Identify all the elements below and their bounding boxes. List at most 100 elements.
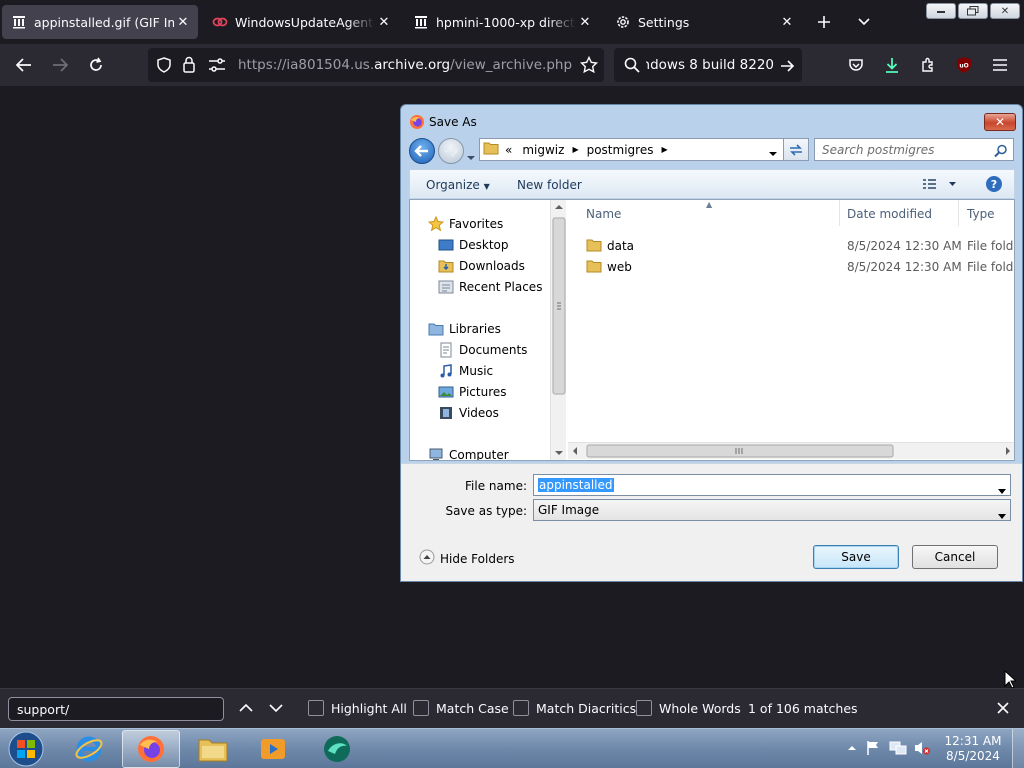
pocket-icon[interactable] bbox=[844, 53, 868, 77]
clock-time: 12:31 AM bbox=[944, 734, 1002, 748]
column-header-date[interactable]: Date modified bbox=[847, 207, 932, 221]
folder-search-input[interactable]: Search postmigres bbox=[814, 138, 1014, 161]
close-icon[interactable]: ✕ bbox=[375, 13, 393, 31]
url-path: /view_archive.php?archi bbox=[450, 57, 572, 73]
downloads-icon[interactable] bbox=[880, 53, 904, 77]
action-center-flag-icon[interactable] bbox=[864, 739, 882, 757]
find-previous-button[interactable] bbox=[238, 700, 254, 719]
search-bar[interactable]: Windows 8 build 8220 bbox=[614, 48, 802, 82]
save-button[interactable]: Save bbox=[813, 545, 899, 569]
network-icon[interactable] bbox=[889, 739, 907, 757]
back-button[interactable] bbox=[409, 138, 435, 164]
help-icon[interactable]: ? bbox=[985, 175, 1003, 196]
nav-downloads[interactable]: Downloads bbox=[438, 256, 525, 276]
breadcrumb-arrow-icon[interactable]: ▶ bbox=[661, 145, 667, 154]
close-icon[interactable]: ✕ bbox=[576, 13, 594, 31]
nav-pane-scrollbar[interactable] bbox=[550, 200, 566, 460]
restore-button[interactable] bbox=[958, 3, 988, 19]
start-button[interactable] bbox=[6, 730, 46, 768]
find-input[interactable]: support/ bbox=[8, 697, 224, 721]
nav-favorites[interactable]: Favorites bbox=[427, 214, 503, 234]
forward-button[interactable] bbox=[48, 53, 72, 77]
music-icon bbox=[438, 363, 454, 379]
column-header-name[interactable]: Name bbox=[586, 207, 621, 221]
file-explorer-taskbar-icon[interactable] bbox=[184, 730, 242, 768]
list-all-tabs-button[interactable] bbox=[852, 10, 876, 34]
nav-recent-places-label: Recent Places bbox=[459, 280, 543, 294]
tab-appinstalled[interactable]: appinstalled.gif (GIF Image ✕ bbox=[2, 5, 198, 39]
close-icon[interactable] bbox=[995, 700, 1011, 719]
show-hidden-icons-icon[interactable] bbox=[843, 739, 861, 757]
breadcrumb-arrow-icon[interactable]: ▶ bbox=[572, 145, 578, 154]
breadcrumb-part-postmigres[interactable]: postmigres bbox=[587, 143, 654, 157]
column-divider[interactable] bbox=[958, 200, 959, 226]
internet-explorer-taskbar-icon[interactable] bbox=[60, 730, 118, 768]
new-folder-button[interactable]: New folder bbox=[517, 178, 582, 192]
organize-button[interactable]: Organize ▼ bbox=[426, 178, 490, 192]
file-list-scrollbar[interactable] bbox=[568, 442, 1014, 459]
media-player-taskbar-icon[interactable] bbox=[244, 730, 302, 768]
new-tab-button[interactable] bbox=[812, 10, 836, 34]
volume-muted-icon[interactable] bbox=[913, 739, 931, 757]
whole-words-checkbox[interactable]: Whole Words bbox=[636, 700, 741, 716]
find-next-button[interactable] bbox=[268, 700, 284, 719]
dialog-titlebar[interactable]: Save As ✕ bbox=[401, 105, 1022, 137]
tab-hpmini[interactable]: hpmini-1000-xp directory l ✕ bbox=[404, 5, 600, 39]
nav-computer[interactable]: Computer bbox=[428, 445, 509, 460]
lock-icon[interactable] bbox=[182, 56, 196, 77]
forward-button[interactable] bbox=[438, 138, 464, 164]
app-taskbar-icon[interactable] bbox=[308, 730, 366, 768]
refresh-button[interactable] bbox=[783, 138, 809, 161]
firefox-taskbar-icon[interactable] bbox=[122, 730, 180, 768]
minimize-button[interactable] bbox=[926, 3, 956, 19]
match-case-checkbox[interactable]: Match Case bbox=[413, 700, 509, 716]
show-desktop-button[interactable] bbox=[1012, 729, 1024, 768]
close-icon[interactable]: ✕ bbox=[778, 13, 796, 31]
hide-folders-button[interactable]: Hide Folders bbox=[419, 549, 515, 568]
column-divider[interactable] bbox=[839, 200, 840, 226]
breadcrumb-part-migwiz[interactable]: migwiz bbox=[522, 143, 564, 157]
cancel-button[interactable]: Cancel bbox=[912, 545, 998, 569]
column-header-type[interactable]: Type bbox=[967, 207, 995, 221]
ublock-origin-icon[interactable]: uO bbox=[952, 53, 976, 77]
tab-settings[interactable]: Settings ✕ bbox=[606, 5, 802, 39]
chevron-down-icon[interactable] bbox=[998, 483, 1006, 497]
back-button[interactable] bbox=[12, 53, 36, 77]
match-diacritics-checkbox[interactable]: Match Diacritics bbox=[513, 700, 636, 716]
system-clock[interactable]: 12:31 AM 8/5/2024 bbox=[940, 734, 1006, 764]
highlight-all-checkbox[interactable]: Highlight All bbox=[308, 700, 407, 716]
file-row[interactable]: data 8/5/2024 12:30 AM File folder bbox=[568, 236, 1014, 256]
breadcrumb[interactable]: « migwiz ▶ postmigres ▶ bbox=[479, 138, 809, 161]
recent-pages-chevron-icon[interactable] bbox=[466, 146, 476, 165]
reload-button[interactable] bbox=[84, 53, 108, 77]
go-arrow-icon[interactable] bbox=[780, 58, 795, 77]
url-bar[interactable]: https://ia801504.us.archive.org/view_arc… bbox=[148, 48, 604, 82]
breadcrumb-root[interactable]: « bbox=[505, 143, 512, 157]
address-dropdown-icon[interactable] bbox=[768, 146, 778, 160]
extensions-icon[interactable] bbox=[916, 53, 940, 77]
videos-icon bbox=[438, 405, 454, 421]
file-name-field[interactable]: appinstalled bbox=[533, 474, 1011, 496]
nav-libraries[interactable]: Libraries bbox=[428, 319, 501, 339]
view-options-icon[interactable] bbox=[922, 177, 956, 194]
close-icon[interactable]: ✕ bbox=[174, 13, 192, 31]
nav-music[interactable]: Music bbox=[438, 361, 493, 381]
nav-documents[interactable]: Documents bbox=[438, 340, 527, 360]
bookmark-star-icon[interactable] bbox=[579, 55, 599, 78]
tab-windowsupdateagent[interactable]: WindowsUpdateAgent-7.6 ✕ bbox=[203, 5, 399, 39]
nav-recent-places[interactable]: Recent Places bbox=[438, 277, 542, 297]
permissions-icon[interactable] bbox=[208, 57, 226, 77]
nav-computer-label: Computer bbox=[449, 448, 509, 460]
menu-icon[interactable] bbox=[988, 53, 1012, 77]
window-close-button[interactable]: ✕ bbox=[990, 3, 1020, 19]
tracking-protection-icon[interactable] bbox=[156, 57, 172, 77]
search-text: Windows 8 build 8220 bbox=[646, 57, 774, 73]
nav-desktop[interactable]: Desktop bbox=[438, 235, 509, 255]
dialog-close-button[interactable]: ✕ bbox=[984, 113, 1016, 131]
file-list[interactable]: Name ▲ Date modified Type data 8/5/2024 … bbox=[568, 200, 1014, 460]
file-row[interactable]: web 8/5/2024 12:30 AM File folder bbox=[568, 257, 1014, 277]
nav-pictures[interactable]: Pictures bbox=[438, 382, 507, 402]
nav-videos[interactable]: Videos bbox=[438, 403, 499, 423]
tab-title: WindowsUpdateAgent-7.6 bbox=[235, 14, 375, 30]
save-as-type-select[interactable]: GIF Image bbox=[533, 499, 1011, 521]
